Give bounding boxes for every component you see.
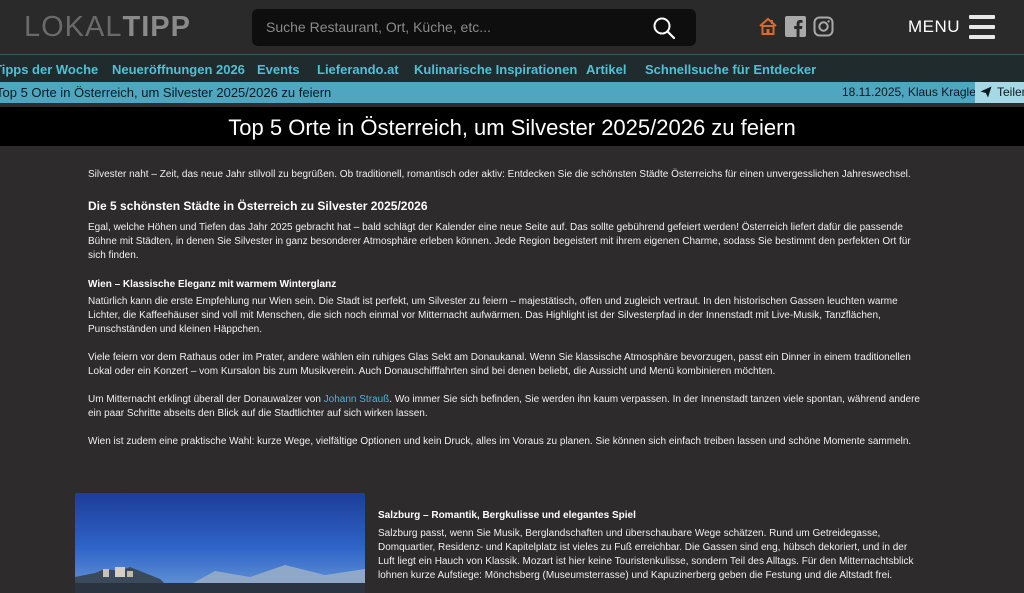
paragraph: Wien ist zudem eine praktische Wahl: kur…	[88, 436, 912, 447]
paragraph-text: Um Mitternacht erklingt überall der Dona…	[88, 394, 324, 405]
hamburger-menu-icon[interactable]	[969, 15, 995, 39]
paragraph: Natürlich kann die erste Empfehlung nur …	[88, 296, 898, 335]
nav-item-events[interactable]: Events	[257, 62, 300, 77]
article-intro: Silvester naht – Zeit, das neue Jahr sti…	[88, 169, 911, 180]
logo-part1: LOKAL	[24, 11, 123, 43]
salzburg-image	[75, 493, 365, 593]
article-info-bar: Top 5 Orte in Österreich, um Silvester 2…	[0, 82, 1024, 103]
nav-item-neueroeffnungen[interactable]: Neueröffnungen 2026	[112, 62, 245, 77]
page-title: Top 5 Orte in Österreich, um Silvester 2…	[228, 115, 796, 140]
salzburg-section: Salzburg – Romantik, Bergkulisse und ele…	[378, 510, 918, 583]
share-button[interactable]: Teilen	[975, 82, 1024, 103]
article-body: Silvester naht – Zeit, das neue Jahr sti…	[88, 168, 928, 449]
nav-item-schnellsuche[interactable]: Schnellsuche für Entdecker	[645, 62, 816, 77]
paragraph: Salzburg passt, wenn Sie Musik, Bergland…	[378, 528, 914, 581]
instagram-icon[interactable]	[813, 16, 834, 37]
main-navigation: Tipps der Woche Neueröffnungen 2026 Even…	[0, 54, 1024, 84]
search-icon[interactable]	[652, 16, 676, 40]
salzburg-heading: Salzburg – Romantik, Bergkulisse und ele…	[378, 510, 636, 521]
facebook-icon[interactable]	[785, 16, 806, 37]
share-label: Teilen	[997, 85, 1024, 99]
search-bar[interactable]: Suche Restaurant, Ort, Küche, etc...	[252, 9, 696, 46]
johann-strauss-link[interactable]: Johann Strauß	[324, 394, 390, 405]
nav-item-artikel[interactable]: Artikel	[586, 62, 626, 77]
nav-item-lieferando[interactable]: Lieferando.at	[317, 62, 399, 77]
logo-part2: TIPP	[122, 11, 191, 43]
home-icon[interactable]	[758, 16, 778, 36]
nav-item-kulinarische-inspirationen[interactable]: Kulinarische Inspirationen	[414, 62, 577, 77]
wien-heading: Wien – Klassische Eleganz mit warmem Win…	[88, 279, 337, 290]
nav-item-tipps-der-woche[interactable]: Tipps der Woche	[0, 62, 98, 77]
site-header: LOKALTIPP Suche Restaurant, Ort, Küche, …	[0, 0, 1024, 54]
paper-plane-icon	[980, 86, 992, 98]
paragraph: Viele feiern vor dem Rathaus oder im Pra…	[88, 352, 911, 377]
paragraph: Egal, welche Höhen und Tiefen das Jahr 2…	[88, 222, 911, 261]
menu-label[interactable]: MENU	[908, 17, 960, 37]
site-logo[interactable]: LOKALTIPP	[24, 10, 191, 44]
paragraph: Um Mitternacht erklingt überall der Dona…	[88, 393, 928, 421]
section-heading: Die 5 schönsten Städte in Österreich zu …	[88, 199, 428, 213]
search-input[interactable]: Suche Restaurant, Ort, Küche, etc...	[266, 19, 491, 35]
article-title-banner: Top 5 Orte in Österreich, um Silvester 2…	[0, 103, 1024, 146]
article-date-author: 18.11.2025, Klaus Kragler	[842, 85, 980, 99]
breadcrumb-article-title: Top 5 Orte in Österreich, um Silvester 2…	[0, 85, 332, 100]
